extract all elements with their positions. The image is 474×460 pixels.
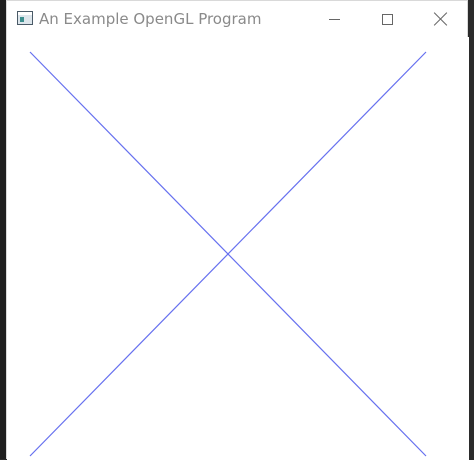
title-bar[interactable]: An Example OpenGL Program (7, 1, 467, 37)
maximize-icon (382, 13, 393, 25)
minimize-button[interactable] (308, 1, 361, 37)
window-title: An Example OpenGL Program (39, 10, 262, 28)
close-button[interactable] (414, 1, 467, 37)
maximize-button[interactable] (361, 1, 414, 37)
minimize-icon (329, 18, 340, 20)
opengl-window: An Example OpenGL Program (6, 0, 469, 460)
opengl-canvas[interactable] (7, 37, 469, 460)
rendered-x-lines (29, 51, 427, 457)
application-icon (17, 11, 33, 25)
close-icon (434, 12, 448, 26)
window-controls (308, 1, 467, 37)
